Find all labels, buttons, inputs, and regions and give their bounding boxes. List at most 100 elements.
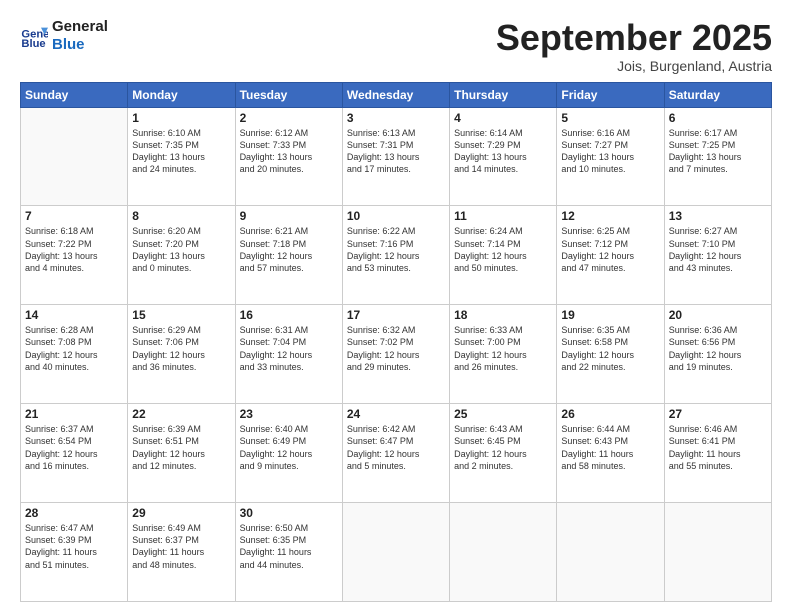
table-row: 24 Sunrise: 6:42 AM Sunset: 6:47 PM Dayli… [342, 404, 449, 503]
month-title: September 2025 [496, 18, 772, 58]
day-info: Sunrise: 6:14 AM Sunset: 7:29 PM Dayligh… [454, 127, 552, 176]
day-info: Sunrise: 6:25 AM Sunset: 7:12 PM Dayligh… [561, 225, 659, 274]
day-info: Sunrise: 6:44 AM Sunset: 6:43 PM Dayligh… [561, 423, 659, 472]
table-row: 25 Sunrise: 6:43 AM Sunset: 6:45 PM Dayli… [450, 404, 557, 503]
day-info: Sunrise: 6:43 AM Sunset: 6:45 PM Dayligh… [454, 423, 552, 472]
day-number: 15 [132, 308, 230, 322]
svg-text:Blue: Blue [21, 38, 45, 50]
calendar-table: Sunday Monday Tuesday Wednesday Thursday… [20, 82, 772, 602]
day-info: Sunrise: 6:22 AM Sunset: 7:16 PM Dayligh… [347, 225, 445, 274]
day-info: Sunrise: 6:18 AM Sunset: 7:22 PM Dayligh… [25, 225, 123, 274]
day-number: 21 [25, 407, 123, 421]
day-number: 12 [561, 209, 659, 223]
day-number: 22 [132, 407, 230, 421]
day-number: 24 [347, 407, 445, 421]
day-number: 6 [669, 111, 767, 125]
logo: General Blue General Blue [20, 18, 108, 54]
day-number: 9 [240, 209, 338, 223]
page: General Blue General Blue September 2025… [0, 0, 792, 612]
table-row: 8 Sunrise: 6:20 AM Sunset: 7:20 PM Daylig… [128, 206, 235, 305]
header-wednesday: Wednesday [342, 82, 449, 107]
day-info: Sunrise: 6:17 AM Sunset: 7:25 PM Dayligh… [669, 127, 767, 176]
header-thursday: Thursday [450, 82, 557, 107]
day-number: 19 [561, 308, 659, 322]
day-number: 7 [25, 209, 123, 223]
table-row: 15 Sunrise: 6:29 AM Sunset: 7:06 PM Dayli… [128, 305, 235, 404]
day-info: Sunrise: 6:12 AM Sunset: 7:33 PM Dayligh… [240, 127, 338, 176]
table-row: 27Sunrise: 6:46 AM Sunset: 6:41 PM Dayli… [664, 404, 771, 503]
day-number: 5 [561, 111, 659, 125]
day-number: 1 [132, 111, 230, 125]
calendar-header: Sunday Monday Tuesday Wednesday Thursday… [21, 82, 772, 107]
header-monday: Monday [128, 82, 235, 107]
table-row: 14Sunrise: 6:28 AM Sunset: 7:08 PM Dayli… [21, 305, 128, 404]
day-info: Sunrise: 6:42 AM Sunset: 6:47 PM Dayligh… [347, 423, 445, 472]
header-friday: Friday [557, 82, 664, 107]
day-info: Sunrise: 6:46 AM Sunset: 6:41 PM Dayligh… [669, 423, 767, 472]
table-row: 29 Sunrise: 6:49 AM Sunset: 6:37 PM Dayli… [128, 503, 235, 602]
table-row [450, 503, 557, 602]
table-row [21, 107, 128, 206]
day-info: Sunrise: 6:16 AM Sunset: 7:27 PM Dayligh… [561, 127, 659, 176]
table-row: 17 Sunrise: 6:32 AM Sunset: 7:02 PM Dayli… [342, 305, 449, 404]
table-row: 16 Sunrise: 6:31 AM Sunset: 7:04 PM Dayli… [235, 305, 342, 404]
day-info: Sunrise: 6:40 AM Sunset: 6:49 PM Dayligh… [240, 423, 338, 472]
table-row: 28Sunrise: 6:47 AM Sunset: 6:39 PM Dayli… [21, 503, 128, 602]
day-info: Sunrise: 6:33 AM Sunset: 7:00 PM Dayligh… [454, 324, 552, 373]
table-row: 5 Sunrise: 6:16 AM Sunset: 7:27 PM Daylig… [557, 107, 664, 206]
day-info: Sunrise: 6:29 AM Sunset: 7:06 PM Dayligh… [132, 324, 230, 373]
table-row: 13Sunrise: 6:27 AM Sunset: 7:10 PM Dayli… [664, 206, 771, 305]
header-tuesday: Tuesday [235, 82, 342, 107]
day-info: Sunrise: 6:13 AM Sunset: 7:31 PM Dayligh… [347, 127, 445, 176]
day-number: 14 [25, 308, 123, 322]
day-number: 16 [240, 308, 338, 322]
day-info: Sunrise: 6:32 AM Sunset: 7:02 PM Dayligh… [347, 324, 445, 373]
location: Jois, Burgenland, Austria [496, 58, 772, 74]
day-info: Sunrise: 6:10 AM Sunset: 7:35 PM Dayligh… [132, 127, 230, 176]
table-row [664, 503, 771, 602]
table-row: 1 Sunrise: 6:10 AM Sunset: 7:35 PM Daylig… [128, 107, 235, 206]
table-row: 3 Sunrise: 6:13 AM Sunset: 7:31 PM Daylig… [342, 107, 449, 206]
table-row: 19Sunrise: 6:35 AM Sunset: 6:58 PM Dayli… [557, 305, 664, 404]
table-row: 30Sunrise: 6:50 AM Sunset: 6:35 PM Dayli… [235, 503, 342, 602]
header: General Blue General Blue September 2025… [20, 18, 772, 74]
table-row: 10 Sunrise: 6:22 AM Sunset: 7:16 PM Dayli… [342, 206, 449, 305]
day-number: 26 [561, 407, 659, 421]
table-row: 18 Sunrise: 6:33 AM Sunset: 7:00 PM Dayli… [450, 305, 557, 404]
table-row: 26 Sunrise: 6:44 AM Sunset: 6:43 PM Dayli… [557, 404, 664, 503]
table-row [342, 503, 449, 602]
day-info: Sunrise: 6:50 AM Sunset: 6:35 PM Dayligh… [240, 522, 338, 571]
weekday-header-row: Sunday Monday Tuesday Wednesday Thursday… [21, 82, 772, 107]
logo-blue: Blue [52, 36, 108, 54]
header-saturday: Saturday [664, 82, 771, 107]
day-number: 11 [454, 209, 552, 223]
day-number: 4 [454, 111, 552, 125]
day-number: 10 [347, 209, 445, 223]
day-number: 18 [454, 308, 552, 322]
day-number: 3 [347, 111, 445, 125]
day-info: Sunrise: 6:39 AM Sunset: 6:51 PM Dayligh… [132, 423, 230, 472]
day-number: 2 [240, 111, 338, 125]
day-info: Sunrise: 6:24 AM Sunset: 7:14 PM Dayligh… [454, 225, 552, 274]
day-number: 25 [454, 407, 552, 421]
day-info: Sunrise: 6:36 AM Sunset: 6:56 PM Dayligh… [669, 324, 767, 373]
day-number: 8 [132, 209, 230, 223]
day-number: 17 [347, 308, 445, 322]
day-number: 29 [132, 506, 230, 520]
day-number: 13 [669, 209, 767, 223]
table-row [557, 503, 664, 602]
logo-general: General [52, 18, 108, 36]
day-info: Sunrise: 6:20 AM Sunset: 7:20 PM Dayligh… [132, 225, 230, 274]
title-block: September 2025 Jois, Burgenland, Austria [496, 18, 772, 74]
day-info: Sunrise: 6:37 AM Sunset: 6:54 PM Dayligh… [25, 423, 123, 472]
day-number: 23 [240, 407, 338, 421]
logo-icon: General Blue [20, 22, 48, 50]
table-row: 6 Sunrise: 6:17 AM Sunset: 7:25 PM Daylig… [664, 107, 771, 206]
table-row: 7 Sunrise: 6:18 AM Sunset: 7:22 PM Daylig… [21, 206, 128, 305]
calendar-body: 1 Sunrise: 6:10 AM Sunset: 7:35 PM Daylig… [21, 107, 772, 601]
day-info: Sunrise: 6:49 AM Sunset: 6:37 PM Dayligh… [132, 522, 230, 571]
table-row: 12 Sunrise: 6:25 AM Sunset: 7:12 PM Dayli… [557, 206, 664, 305]
day-info: Sunrise: 6:31 AM Sunset: 7:04 PM Dayligh… [240, 324, 338, 373]
table-row: 21 Sunrise: 6:37 AM Sunset: 6:54 PM Dayli… [21, 404, 128, 503]
table-row: 4 Sunrise: 6:14 AM Sunset: 7:29 PM Daylig… [450, 107, 557, 206]
